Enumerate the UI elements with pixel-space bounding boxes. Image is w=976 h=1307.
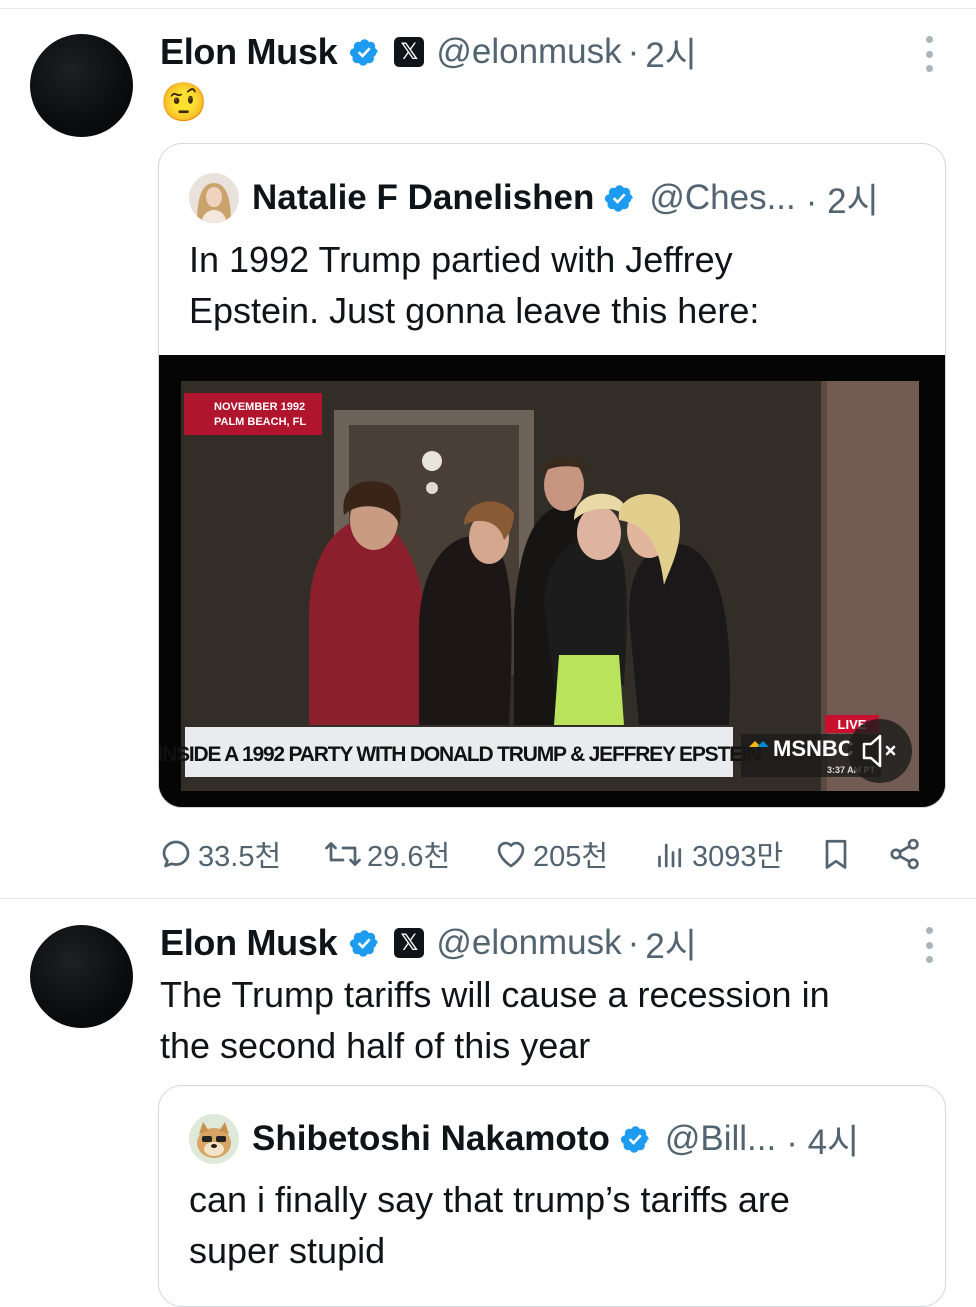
like-count: 205천 bbox=[533, 841, 609, 873]
reply-icon bbox=[162, 840, 190, 868]
quoted-tweet-time[interactable]: · 4시 bbox=[786, 1114, 859, 1165]
author-name[interactable]: Elon Musk bbox=[160, 922, 338, 964]
author-avatar[interactable] bbox=[30, 34, 133, 137]
tweet[interactable]: Elon Musk 𝕏 @elonmusk · 2시 The Trump tar… bbox=[0, 899, 976, 1307]
meta-separator: · bbox=[627, 923, 640, 962]
video-date-line1: NOVEMBER 1992 bbox=[214, 401, 305, 413]
share-button[interactable] bbox=[886, 832, 928, 876]
quoted-tweet-text: In 1992 Trump partied with Jeffrey Epste… bbox=[189, 234, 759, 336]
verified-badge-icon bbox=[350, 38, 379, 66]
quoted-text-line: can i finally say that trump’s tariffs a… bbox=[189, 1179, 790, 1220]
reply-count: 33.5천 bbox=[198, 841, 282, 873]
tweet-text: The Trump tariffs will cause a recession… bbox=[160, 969, 830, 1071]
video-network-label: MSNBC bbox=[773, 736, 854, 761]
repost-button[interactable]: 29.6천 bbox=[323, 832, 450, 876]
quoted-tweet[interactable]: Shibetoshi Nakamoto @Bill... · 4시 can i … bbox=[158, 1085, 946, 1307]
author-name[interactable]: Elon Musk bbox=[160, 31, 338, 73]
video-location-line: PALM BEACH, FL bbox=[214, 416, 306, 428]
quoted-tweet-header: Shibetoshi Nakamoto @Bill... · 4시 bbox=[189, 1114, 859, 1164]
repost-count: 29.6천 bbox=[367, 841, 451, 873]
tweet-text: 🤨 bbox=[160, 82, 208, 124]
author-avatar[interactable] bbox=[30, 925, 133, 1028]
quoted-tweet[interactable]: Natalie F Danelishen @Ches... · 2시 In 19… bbox=[158, 143, 946, 808]
tweet[interactable]: Elon Musk 𝕏 @elonmusk · 2시 🤨 Natalie F D… bbox=[0, 0, 976, 898]
video-player[interactable]: NOVEMBER 1992 PALM BEACH, FL INSIDE A 19… bbox=[159, 355, 945, 807]
views-count: 3093만 bbox=[692, 841, 784, 873]
x-affiliate-icon: 𝕏 bbox=[394, 37, 425, 67]
author-handle[interactable]: @elonmusk bbox=[436, 32, 621, 72]
more-options-icon[interactable] bbox=[926, 36, 934, 72]
meta-separator: · bbox=[627, 32, 640, 71]
bookmark-button[interactable] bbox=[818, 832, 858, 876]
quoted-author-handle[interactable]: @Ches... bbox=[649, 178, 795, 218]
share-icon bbox=[890, 838, 919, 870]
x-affiliate-icon: 𝕏 bbox=[394, 928, 425, 958]
mute-icon[interactable] bbox=[848, 719, 912, 783]
quoted-text-line: In 1992 Trump partied with Jeffrey bbox=[189, 239, 733, 280]
verified-badge-icon bbox=[605, 184, 634, 212]
quoted-tweet-time[interactable]: · 2시 bbox=[806, 173, 879, 224]
quoted-tweet-header: Natalie F Danelishen @Ches... · 2시 bbox=[189, 173, 879, 223]
bookmark-icon bbox=[825, 839, 847, 869]
verified-badge-icon bbox=[620, 1125, 649, 1153]
video-chyron: INSIDE A 1992 PARTY WITH DONALD TRUMP & … bbox=[159, 743, 761, 766]
tweet-text-line: The Trump tariffs will cause a recession… bbox=[160, 974, 830, 1015]
quoted-author-avatar[interactable] bbox=[189, 1114, 239, 1164]
quoted-author-handle[interactable]: @Bill... bbox=[665, 1119, 776, 1159]
more-options-icon[interactable] bbox=[926, 927, 934, 963]
views-button[interactable]: 3093만 bbox=[652, 832, 783, 876]
quoted-author-name[interactable]: Shibetoshi Nakamoto bbox=[252, 1119, 610, 1159]
repost-icon bbox=[325, 842, 361, 866]
quoted-text-line: super stupid bbox=[189, 1230, 386, 1271]
tweet-header: Elon Musk 𝕏 @elonmusk · 2시 bbox=[160, 922, 697, 966]
quoted-author-avatar[interactable] bbox=[189, 173, 239, 223]
like-button[interactable]: 205천 bbox=[493, 832, 608, 876]
tweet-time[interactable]: 2시 bbox=[645, 918, 697, 969]
views-icon bbox=[658, 843, 682, 868]
author-handle[interactable]: @elonmusk bbox=[436, 923, 621, 963]
tweet-time[interactable]: 2시 bbox=[645, 27, 697, 78]
tweet-text-line: the second half of this year bbox=[160, 1025, 591, 1066]
video-frame: NOVEMBER 1992 PALM BEACH, FL INSIDE A 19… bbox=[159, 355, 945, 807]
tweet-header: Elon Musk 𝕏 @elonmusk · 2시 bbox=[160, 31, 697, 75]
reply-button[interactable]: 33.5천 bbox=[158, 832, 281, 876]
quoted-tweet-text: can i finally say that trump’s tariffs a… bbox=[189, 1174, 790, 1276]
like-icon bbox=[497, 841, 525, 868]
quoted-author-name[interactable]: Natalie F Danelishen bbox=[252, 178, 594, 218]
tweet-actions: 33.5천 29.6천 205천 3093만 bbox=[158, 832, 928, 876]
quoted-text-line: Epstein. Just gonna leave this here: bbox=[189, 290, 760, 331]
verified-badge-icon bbox=[350, 929, 379, 957]
